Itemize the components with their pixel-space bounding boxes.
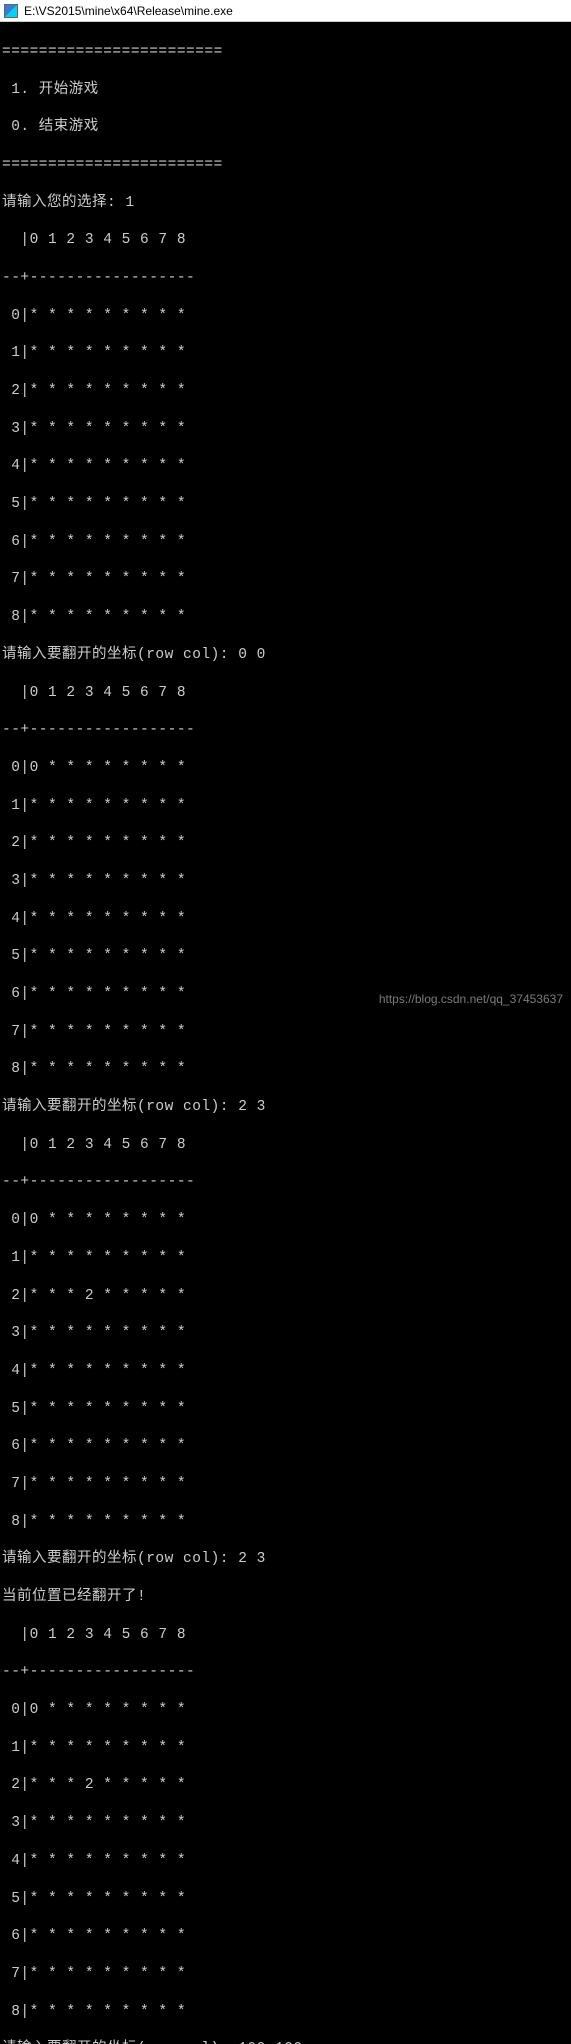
- divider-line: ========================: [2, 43, 569, 62]
- board3-row: 2|* * * 2 * * * * *: [2, 1287, 569, 1306]
- board4-row: 7|* * * * * * * * *: [2, 1965, 569, 1984]
- board4-row: 5|* * * * * * * * *: [2, 1890, 569, 1909]
- board2-row: 7|* * * * * * * * *: [2, 1023, 569, 1042]
- board1-row: 1|* * * * * * * * *: [2, 344, 569, 363]
- board3-row: 7|* * * * * * * * *: [2, 1475, 569, 1494]
- console-output[interactable]: ======================== 1. 开始游戏 0. 结束游戏…: [0, 22, 571, 2044]
- board3-row: 8|* * * * * * * * *: [2, 1513, 569, 1532]
- board2-row: 0|0 * * * * * * * *: [2, 759, 569, 778]
- board4-row: 2|* * * 2 * * * * *: [2, 1776, 569, 1795]
- board2-row: 1|* * * * * * * * *: [2, 797, 569, 816]
- board4-row: 4|* * * * * * * * *: [2, 1852, 569, 1871]
- board-hr: --+------------------: [2, 721, 569, 740]
- board1-row: 8|* * * * * * * * *: [2, 608, 569, 627]
- board1-row: 7|* * * * * * * * *: [2, 570, 569, 589]
- board4-row: 3|* * * * * * * * *: [2, 1814, 569, 1833]
- prompt-reveal: 请输入要翻开的坐标(row col): 0 0: [2, 646, 569, 665]
- watermark: https://blog.csdn.net/qq_37453637: [379, 992, 563, 1006]
- board1-row: 3|* * * * * * * * *: [2, 420, 569, 439]
- app-icon: [4, 4, 18, 18]
- board4-row: 6|* * * * * * * * *: [2, 1927, 569, 1946]
- prompt-reveal: 请输入要翻开的坐标(row col): 2 3: [2, 1098, 569, 1117]
- board3-row: 3|* * * * * * * * *: [2, 1324, 569, 1343]
- board1-row: 6|* * * * * * * * *: [2, 533, 569, 552]
- prompt-reveal: 请输入要翻开的坐标(row col): 100 100: [2, 2040, 569, 2044]
- board-hr: --+------------------: [2, 1663, 569, 1682]
- board-header: |0 1 2 3 4 5 6 7 8: [2, 1136, 569, 1155]
- titlebar[interactable]: E:\VS2015\mine\x64\Release\mine.exe: [0, 0, 571, 22]
- board-header: |0 1 2 3 4 5 6 7 8: [2, 231, 569, 250]
- board3-row: 0|0 * * * * * * * *: [2, 1211, 569, 1230]
- board4-row: 8|* * * * * * * * *: [2, 2003, 569, 2022]
- menu-option-1: 1. 开始游戏: [2, 81, 569, 100]
- menu-option-0: 0. 结束游戏: [2, 118, 569, 137]
- msg-already-open: 当前位置已经翻开了!: [2, 1588, 569, 1607]
- board-header: |0 1 2 3 4 5 6 7 8: [2, 1626, 569, 1645]
- board3-row: 1|* * * * * * * * *: [2, 1249, 569, 1268]
- board2-row: 5|* * * * * * * * *: [2, 947, 569, 966]
- board-header: |0 1 2 3 4 5 6 7 8: [2, 684, 569, 703]
- board1-row: 4|* * * * * * * * *: [2, 457, 569, 476]
- board1-row: 2|* * * * * * * * *: [2, 382, 569, 401]
- prompt-reveal: 请输入要翻开的坐标(row col): 2 3: [2, 1550, 569, 1569]
- board3-row: 4|* * * * * * * * *: [2, 1362, 569, 1381]
- prompt-choice: 请输入您的选择: 1: [2, 194, 569, 213]
- board4-row: 1|* * * * * * * * *: [2, 1739, 569, 1758]
- board2-row: 4|* * * * * * * * *: [2, 910, 569, 929]
- board2-row: 2|* * * * * * * * *: [2, 834, 569, 853]
- board2-row: 8|* * * * * * * * *: [2, 1060, 569, 1079]
- window-title: E:\VS2015\mine\x64\Release\mine.exe: [24, 4, 233, 18]
- board1-row: 0|* * * * * * * * *: [2, 307, 569, 326]
- board3-row: 6|* * * * * * * * *: [2, 1437, 569, 1456]
- board3-row: 5|* * * * * * * * *: [2, 1400, 569, 1419]
- board1-row: 5|* * * * * * * * *: [2, 495, 569, 514]
- board-hr: --+------------------: [2, 1173, 569, 1192]
- board-hr: --+------------------: [2, 269, 569, 288]
- divider-line: ========================: [2, 156, 569, 175]
- board4-row: 0|0 * * * * * * * *: [2, 1701, 569, 1720]
- board2-row: 3|* * * * * * * * *: [2, 872, 569, 891]
